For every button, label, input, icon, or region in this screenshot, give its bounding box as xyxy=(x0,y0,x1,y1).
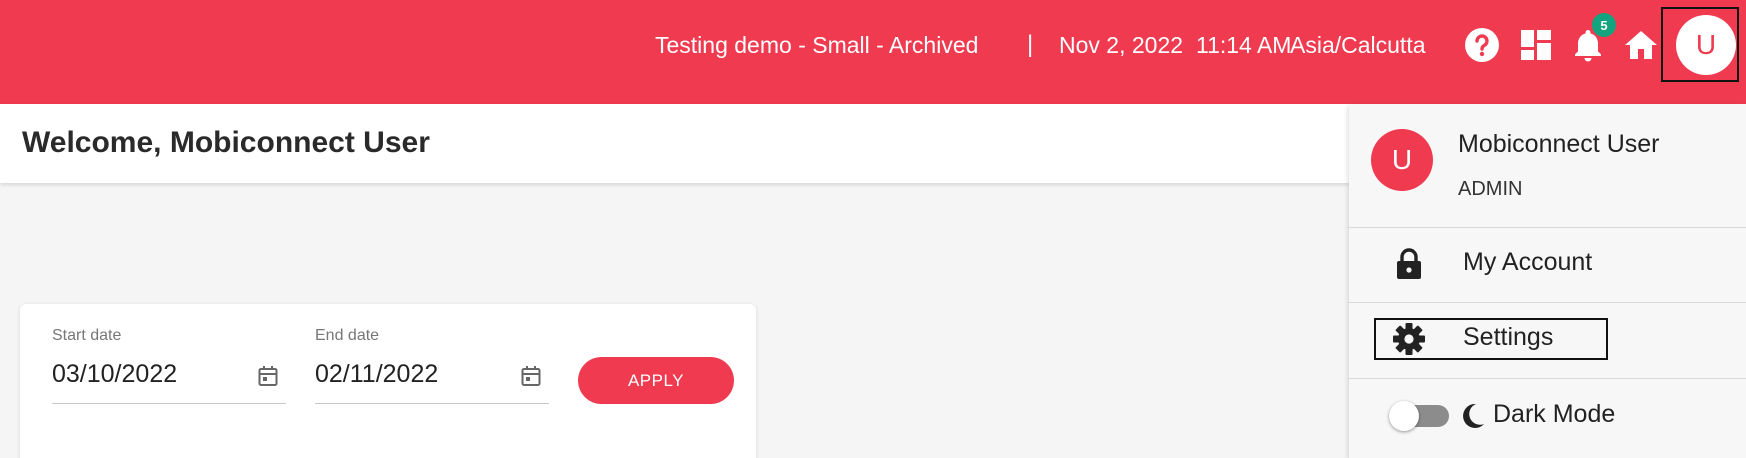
start-date-label: Start date xyxy=(52,327,122,344)
header-date: Nov 2, 2022 xyxy=(1059,32,1184,58)
org-title: Testing demo - Small - Archived xyxy=(655,32,979,58)
header-separator: | xyxy=(1027,31,1034,58)
header-timezone: Asia/Calcutta xyxy=(1290,32,1426,58)
notification-badge: 5 xyxy=(1592,13,1616,37)
header-time: 11:14 AM xyxy=(1196,32,1292,58)
home-icon[interactable] xyxy=(1622,26,1660,64)
date-filter-card: Start date End date APPLY xyxy=(20,304,756,458)
end-date-field: End date xyxy=(315,322,549,404)
apply-button[interactable]: APPLY xyxy=(578,357,734,404)
user-avatar-button[interactable]: U xyxy=(1676,15,1736,75)
start-date-input[interactable] xyxy=(52,356,242,392)
dark-mode-row: Dark Mode xyxy=(1349,380,1746,450)
moon-icon xyxy=(1460,401,1486,431)
help-icon[interactable] xyxy=(1463,26,1501,64)
toggle-knob xyxy=(1389,401,1419,431)
top-bar: Testing demo - Small - Archived | Nov 2,… xyxy=(0,0,1746,104)
calendar-icon[interactable] xyxy=(256,364,280,388)
user-role: ADMIN xyxy=(1458,178,1523,200)
dashboard-icon[interactable] xyxy=(1517,26,1555,64)
end-date-label: End date xyxy=(315,327,380,344)
dark-mode-toggle[interactable] xyxy=(1389,401,1449,431)
my-account-label: My Account xyxy=(1463,248,1593,276)
settings-highlight xyxy=(1374,318,1608,360)
start-date-field: Start date xyxy=(52,322,286,404)
page-title: Welcome, Mobiconnect User xyxy=(22,126,430,159)
user-name: Mobiconnect User xyxy=(1458,130,1660,158)
dark-mode-label: Dark Mode xyxy=(1493,400,1616,428)
calendar-icon[interactable] xyxy=(519,364,543,388)
user-menu-dropdown: U Mobiconnect User ADMIN My Account Sett… xyxy=(1349,104,1746,458)
lock-icon xyxy=(1392,247,1426,281)
end-date-input[interactable] xyxy=(315,356,505,392)
my-account-item[interactable]: My Account xyxy=(1349,228,1746,300)
avatar: U xyxy=(1371,129,1433,191)
menu-divider xyxy=(1349,378,1746,379)
welcome-bar: Welcome, Mobiconnect User xyxy=(0,104,1350,183)
